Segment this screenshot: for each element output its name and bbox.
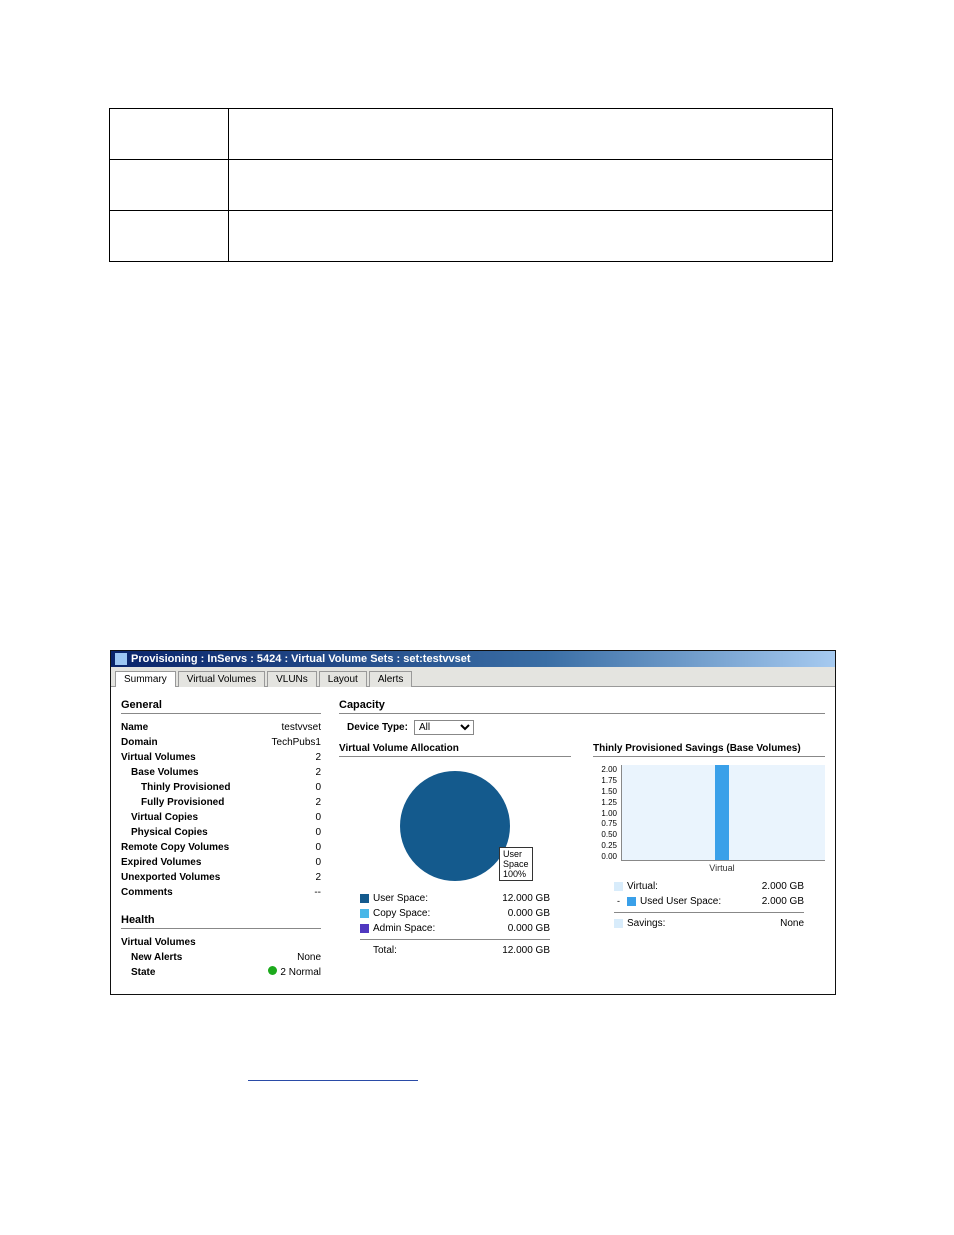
remote-copy-label: Remote Copy Volumes bbox=[121, 840, 229, 855]
expired-volumes-value: 0 bbox=[315, 855, 321, 870]
thinly-provisioned-label: Thinly Provisioned bbox=[121, 780, 230, 795]
savings-swatch-icon bbox=[614, 919, 623, 928]
user-space-swatch-icon bbox=[360, 894, 369, 903]
thin-savings-chart: 2.00 1.75 1.50 1.25 1.00 0.75 0.50 0.25 … bbox=[593, 765, 825, 873]
physical-copies-value: 0 bbox=[315, 825, 321, 840]
virtual-copies-value: 0 bbox=[315, 810, 321, 825]
thin-savings-legend: Virtual:2.000 GB - Used User Space:2.000 … bbox=[614, 879, 804, 931]
base-volumes-value: 2 bbox=[315, 765, 321, 780]
y-tick: 2.00 bbox=[593, 765, 617, 774]
tab-layout[interactable]: Layout bbox=[319, 671, 367, 687]
summary-pane: General Name testvvset Domain TechPubs1 Vi… bbox=[111, 687, 835, 994]
vv-label: Virtual Volumes bbox=[121, 750, 196, 765]
total-label: Total: bbox=[373, 943, 480, 958]
empty-grid bbox=[109, 108, 833, 262]
thinly-provisioned-value: 0 bbox=[315, 780, 321, 795]
base-volumes-label: Base Volumes bbox=[121, 765, 199, 780]
window-title: Provisioning : InServs : 5424 : Virtual … bbox=[131, 653, 471, 665]
pie-user-space bbox=[400, 771, 510, 881]
virtual-value: 2.000 GB bbox=[734, 879, 804, 894]
new-alerts-value: None bbox=[297, 950, 321, 965]
new-alerts-label: New Alerts bbox=[121, 950, 182, 965]
remote-copy-value: 0 bbox=[315, 840, 321, 855]
y-tick: 1.25 bbox=[593, 798, 617, 807]
tab-alerts[interactable]: Alerts bbox=[369, 671, 413, 687]
plot-area: Virtual bbox=[621, 765, 825, 861]
y-tick: 0.75 bbox=[593, 819, 617, 828]
minus-icon: - bbox=[614, 894, 623, 909]
volume-allocation-title: Virtual Volume Allocation bbox=[339, 743, 571, 757]
virtual-swatch-icon bbox=[614, 882, 623, 891]
admin-space-swatch-icon bbox=[360, 924, 369, 933]
user-space-value: 12.000 GB bbox=[480, 891, 550, 906]
physical-copies-label: Physical Copies bbox=[121, 825, 208, 840]
admin-space-label: Admin Space: bbox=[373, 921, 480, 936]
y-tick: 0.00 bbox=[593, 852, 617, 861]
allocation-pie-chart: UserSpace100% bbox=[339, 765, 571, 891]
detail-tabs: Summary Virtual Volumes VLUNs Layout Ale… bbox=[111, 667, 835, 687]
fully-provisioned-label: Fully Provisioned bbox=[121, 795, 224, 810]
y-tick: 1.75 bbox=[593, 776, 617, 785]
state-value: 2 Normal bbox=[280, 967, 321, 978]
thin-savings-block: Thinly Provisioned Savings (Base Volumes… bbox=[593, 743, 825, 958]
domain-label: Domain bbox=[121, 735, 158, 750]
user-space-label: User Space: bbox=[373, 891, 480, 906]
expired-volumes-label: Expired Volumes bbox=[121, 855, 201, 870]
device-type-row: Device Type: All bbox=[347, 720, 825, 735]
savings-value: None bbox=[734, 916, 804, 931]
virtual-bar bbox=[715, 765, 729, 860]
y-tick: 0.50 bbox=[593, 830, 617, 839]
unexported-volumes-label: Unexported Volumes bbox=[121, 870, 220, 885]
y-tick: 0.25 bbox=[593, 841, 617, 850]
state-label: State bbox=[121, 965, 155, 980]
virtual-label: Virtual: bbox=[627, 879, 734, 894]
general-column: General Name testvvset Domain TechPubs1 Vi… bbox=[121, 695, 321, 980]
volume-allocation-block: Virtual Volume Allocation UserSpace100% … bbox=[339, 743, 571, 958]
fully-provisioned-value: 2 bbox=[315, 795, 321, 810]
general-title: General bbox=[121, 699, 321, 714]
status-normal-icon bbox=[268, 966, 277, 975]
thin-savings-title: Thinly Provisioned Savings (Base Volumes… bbox=[593, 743, 825, 757]
tab-summary[interactable]: Summary bbox=[115, 671, 176, 687]
y-axis: 2.00 1.75 1.50 1.25 1.00 0.75 0.50 0.25 … bbox=[593, 765, 617, 873]
window-titlebar: Provisioning : InServs : 5424 : Virtual … bbox=[111, 651, 835, 667]
health-title: Health bbox=[121, 914, 321, 929]
name-label: Name bbox=[121, 720, 148, 735]
copy-space-label: Copy Space: bbox=[373, 906, 480, 921]
savings-label: Savings: bbox=[627, 916, 734, 931]
device-type-label: Device Type: bbox=[347, 722, 408, 733]
used-swatch-icon bbox=[627, 897, 636, 906]
total-value: 12.000 GB bbox=[480, 943, 550, 958]
copy-space-value: 0.000 GB bbox=[480, 906, 550, 921]
x-axis-label: Virtual bbox=[709, 863, 734, 873]
tab-vluns[interactable]: VLUNs bbox=[267, 671, 317, 687]
pie-label: UserSpace100% bbox=[499, 847, 533, 881]
virtual-copies-label: Virtual Copies bbox=[121, 810, 198, 825]
health-vv-title: Virtual Volumes bbox=[121, 935, 196, 950]
name-value: testvvset bbox=[282, 720, 321, 735]
domain-value: TechPubs1 bbox=[272, 735, 321, 750]
window-icon bbox=[115, 653, 127, 665]
vv-value: 2 bbox=[315, 750, 321, 765]
allocation-legend: User Space:12.000 GB Copy Space:0.000 GB… bbox=[360, 891, 550, 958]
unexported-volumes-value: 2 bbox=[315, 870, 321, 885]
used-label: Used User Space: bbox=[640, 894, 734, 909]
y-tick: 1.00 bbox=[593, 809, 617, 818]
copy-space-swatch-icon bbox=[360, 909, 369, 918]
capacity-column: Capacity Device Type: All Virtual Volume… bbox=[339, 695, 825, 980]
capacity-title: Capacity bbox=[339, 699, 825, 714]
comments-value: -- bbox=[314, 885, 321, 900]
footer-rule bbox=[248, 1080, 418, 1081]
used-value: 2.000 GB bbox=[734, 894, 804, 909]
tab-virtual-volumes[interactable]: Virtual Volumes bbox=[178, 671, 265, 687]
state-value-cell: 2 Normal bbox=[268, 965, 321, 980]
device-type-select[interactable]: All bbox=[414, 720, 474, 735]
comments-label: Comments bbox=[121, 885, 173, 900]
provisioning-window: Provisioning : InServs : 5424 : Virtual … bbox=[110, 650, 836, 995]
admin-space-value: 0.000 GB bbox=[480, 921, 550, 936]
y-tick: 1.50 bbox=[593, 787, 617, 796]
